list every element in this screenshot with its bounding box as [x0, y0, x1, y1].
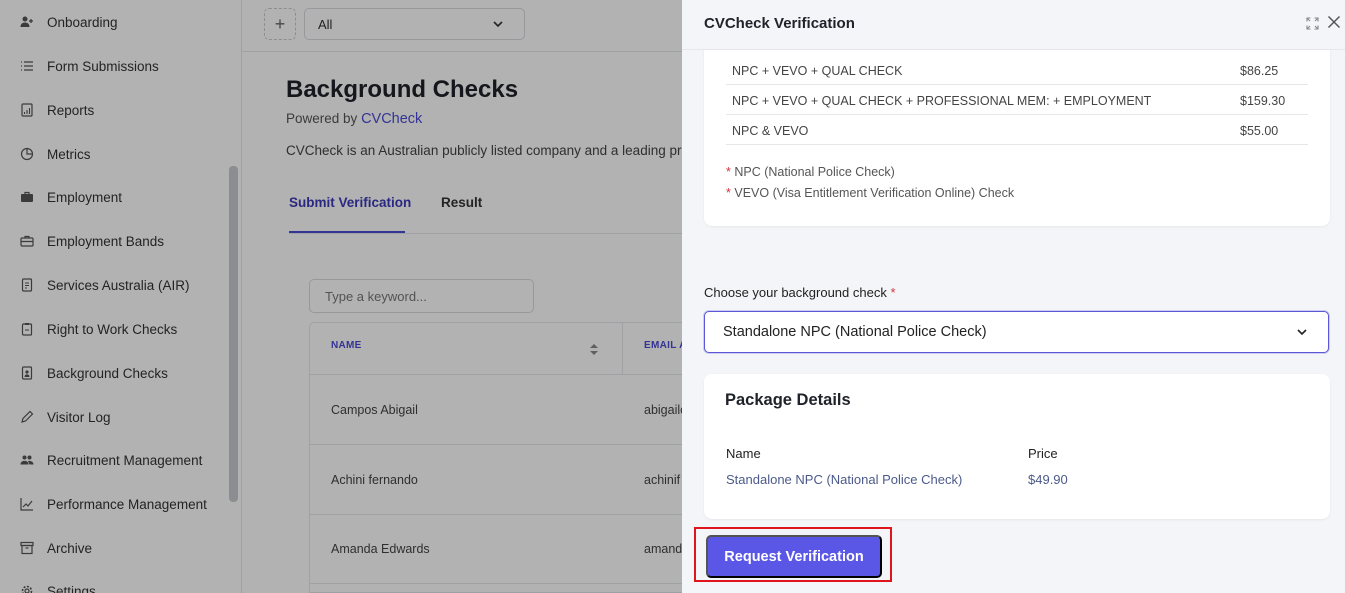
package-name: NPC + VEVO + QUAL CHECK — [732, 64, 903, 78]
price-row: NPC + VEVO + QUAL CHECK $86.25 — [726, 55, 1308, 85]
footnote-npc: * NPC (National Police Check) — [726, 165, 895, 179]
choose-check-label-text: Choose your background check — [704, 285, 887, 300]
package-details-card: Package Details Name Price Standalone NP… — [704, 374, 1330, 519]
request-verification-button[interactable]: Request Verification — [706, 535, 882, 578]
package-price: $159.30 — [1240, 94, 1286, 108]
package-name: NPC + VEVO + QUAL CHECK + PROFESSIONAL M… — [732, 94, 1152, 108]
drawer-title: CVCheck Verification — [704, 15, 855, 32]
package-price: $86.25 — [1240, 64, 1279, 78]
package-name-header: Name — [726, 446, 761, 461]
footnote-star: * — [726, 165, 731, 179]
price-row: NPC + VEVO + QUAL CHECK + PROFESSIONAL M… — [726, 85, 1308, 115]
footnote-text: NPC (National Police Check) — [734, 165, 895, 179]
background-check-select-value: Standalone NPC (National Police Check) — [723, 324, 987, 340]
footnote-vevo: * VEVO (Visa Entitlement Verification On… — [726, 186, 1014, 200]
required-star: * — [890, 285, 896, 300]
expand-icon[interactable] — [1306, 17, 1319, 30]
pricing-card: NPC + VEVO + QUAL CHECK $86.25 NPC + VEV… — [704, 30, 1330, 226]
package-details-title: Package Details — [725, 391, 851, 409]
close-icon[interactable] — [1327, 15, 1341, 29]
verification-drawer: NPC + VEVO + QUAL CHECK $86.25 NPC + VEV… — [682, 0, 1345, 593]
package-name-value: Standalone NPC (National Police Check) — [726, 472, 963, 487]
footnote-star: * — [726, 186, 731, 200]
modal-backdrop[interactable] — [0, 0, 682, 593]
price-row: NPC & VEVO $55.00 — [726, 115, 1308, 145]
package-price: $55.00 — [1240, 124, 1279, 138]
package-name: NPC & VEVO — [732, 124, 809, 138]
chevron-down-icon — [1297, 329, 1307, 336]
request-button-highlight: Request Verification — [694, 527, 892, 582]
package-price-header: Price — [1028, 446, 1058, 461]
choose-check-label: Choose your background check * — [704, 285, 896, 300]
footnote-text: VEVO (Visa Entitlement Verification Onli… — [734, 186, 1015, 200]
package-price-value: $49.90 — [1028, 472, 1068, 487]
background-check-select[interactable]: Standalone NPC (National Police Check) — [704, 311, 1329, 353]
drawer-header: CVCheck Verification — [682, 0, 1345, 50]
